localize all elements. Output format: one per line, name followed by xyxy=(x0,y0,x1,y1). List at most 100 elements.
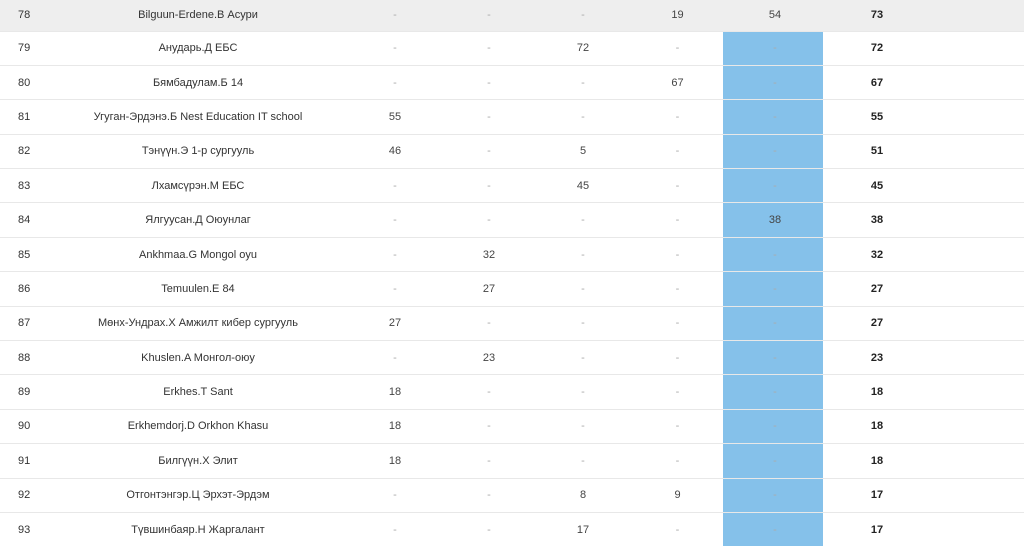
rank-cell: 82 xyxy=(0,134,48,170)
score-cell-2: - xyxy=(442,409,536,445)
total-cell: 67 xyxy=(825,65,929,101)
score-cell-1: - xyxy=(348,31,442,66)
score-cell-3: - xyxy=(536,409,630,445)
score-cell-4: - xyxy=(630,31,725,66)
score-cell-3: 17 xyxy=(536,512,630,546)
rank-cell: 85 xyxy=(0,237,48,273)
score-cell-5: - xyxy=(725,134,825,170)
score-cell-5: - xyxy=(725,237,825,273)
rank-cell: 83 xyxy=(0,168,48,204)
score-cell-1: 18 xyxy=(348,374,442,410)
score-cell-5: - xyxy=(725,271,825,307)
total-cell: 17 xyxy=(825,478,929,513)
score-cell-2: - xyxy=(442,478,536,513)
score-cell-4: - xyxy=(630,134,725,170)
score-cell-5: - xyxy=(725,306,825,342)
score-cell-4: 19 xyxy=(630,0,725,32)
score-cell-4: - xyxy=(630,443,725,479)
score-cell-5: - xyxy=(725,31,825,66)
score-cell-1: 27 xyxy=(348,306,442,342)
score-cell-1: - xyxy=(348,168,442,204)
score-cell-1: - xyxy=(348,237,442,273)
score-cell-3: - xyxy=(536,99,630,135)
score-cell-1: 18 xyxy=(348,409,442,445)
name-cell: Ялгуусан.Д Оюунлаг xyxy=(48,202,348,238)
score-cell-2: - xyxy=(442,168,536,204)
name-cell: Erkhes.T Sant xyxy=(48,374,348,410)
score-cell-3: - xyxy=(536,202,630,238)
rank-cell: 78 xyxy=(0,0,48,32)
total-cell: 45 xyxy=(825,168,929,204)
total-cell: 23 xyxy=(825,340,929,376)
name-cell: Бямбадулам.Б 14 xyxy=(48,65,348,101)
name-cell: Erkhemdorj.D Orkhon Khasu xyxy=(48,409,348,445)
score-cell-1: - xyxy=(348,512,442,546)
name-cell: Temuulen.E 84 xyxy=(48,271,348,307)
score-cell-1: - xyxy=(348,0,442,32)
rank-cell: 89 xyxy=(0,374,48,410)
score-cell-4: 9 xyxy=(630,478,725,513)
rank-cell: 90 xyxy=(0,409,48,445)
score-cell-1: - xyxy=(348,271,442,307)
rank-cell: 86 xyxy=(0,271,48,307)
ranking-table-container: 78 Bilguun-Erdene.B Асури - - -19 54 73 79 Ануда… xyxy=(0,0,1024,546)
total-cell: 18 xyxy=(825,443,929,479)
name-cell: Мөнх-Ундрах.Х Амжилт кибер сургууль xyxy=(48,306,348,342)
name-cell: Тэнүүн.Э 1-р сургууль xyxy=(48,134,348,170)
total-cell: 18 xyxy=(825,409,929,445)
table-row: 82 Тэнүүн.Э 1-р сургууль 46-5- -51 xyxy=(0,134,1024,170)
score-cell-2: 32 xyxy=(442,237,536,273)
table-row: 90 Erkhemdorj.D Orkhon Khasu 18- - - -18 xyxy=(0,409,1024,445)
score-cell-5: - xyxy=(725,512,825,546)
rank-cell: 93 xyxy=(0,512,48,546)
score-cell-1: - xyxy=(348,340,442,376)
score-cell-4: - xyxy=(630,374,725,410)
spacer-cell xyxy=(929,134,1024,170)
score-cell-3: 72 xyxy=(536,31,630,66)
spacer-cell xyxy=(929,65,1024,101)
spacer-cell xyxy=(929,0,1024,32)
score-cell-1: - xyxy=(348,65,442,101)
total-cell: 17 xyxy=(825,512,929,546)
total-cell: 27 xyxy=(825,306,929,342)
score-cell-2: - xyxy=(442,0,536,32)
score-cell-3: - xyxy=(536,374,630,410)
spacer-cell xyxy=(929,202,1024,238)
score-cell-4: - xyxy=(630,512,725,546)
total-cell: 32 xyxy=(825,237,929,273)
score-cell-2: - xyxy=(442,202,536,238)
score-cell-2: 23 xyxy=(442,340,536,376)
score-cell-3: - xyxy=(536,271,630,307)
name-cell: Билгүүн.Х Элит xyxy=(48,443,348,479)
table-row: 78 Bilguun-Erdene.B Асури - - -19 54 73 xyxy=(0,0,1024,32)
name-cell: Анударь.Д ЕБС xyxy=(48,31,348,66)
score-cell-5: - xyxy=(725,168,825,204)
table-row: 86 Temuulen.E 84-27- - -27 xyxy=(0,271,1024,307)
spacer-cell xyxy=(929,237,1024,273)
score-cell-1: 55 xyxy=(348,99,442,135)
score-cell-2: - xyxy=(442,306,536,342)
score-cell-2: - xyxy=(442,65,536,101)
score-cell-3: - xyxy=(536,443,630,479)
score-cell-2: - xyxy=(442,443,536,479)
spacer-cell xyxy=(929,478,1024,513)
rank-cell: 87 xyxy=(0,306,48,342)
spacer-cell xyxy=(929,340,1024,376)
score-cell-2: - xyxy=(442,512,536,546)
score-cell-5: - xyxy=(725,340,825,376)
score-cell-4: - xyxy=(630,202,725,238)
rank-cell: 84 xyxy=(0,202,48,238)
score-cell-1: 18 xyxy=(348,443,442,479)
rank-cell: 92 xyxy=(0,478,48,513)
score-cell-4: - xyxy=(630,306,725,342)
name-cell: Bilguun-Erdene.B Асури xyxy=(48,0,348,32)
rank-cell: 80 xyxy=(0,65,48,101)
rank-cell: 79 xyxy=(0,31,48,66)
spacer-cell xyxy=(929,168,1024,204)
score-cell-4: - xyxy=(630,409,725,445)
score-cell-2: 27 xyxy=(442,271,536,307)
name-cell: Угуган-Эрдэнэ.Б Nest Education IT school xyxy=(48,99,348,135)
table-row: 80 Бямбадулам.Б 14- - -67-67 xyxy=(0,65,1024,101)
score-cell-4: - xyxy=(630,99,725,135)
score-cell-3: - xyxy=(536,0,630,32)
